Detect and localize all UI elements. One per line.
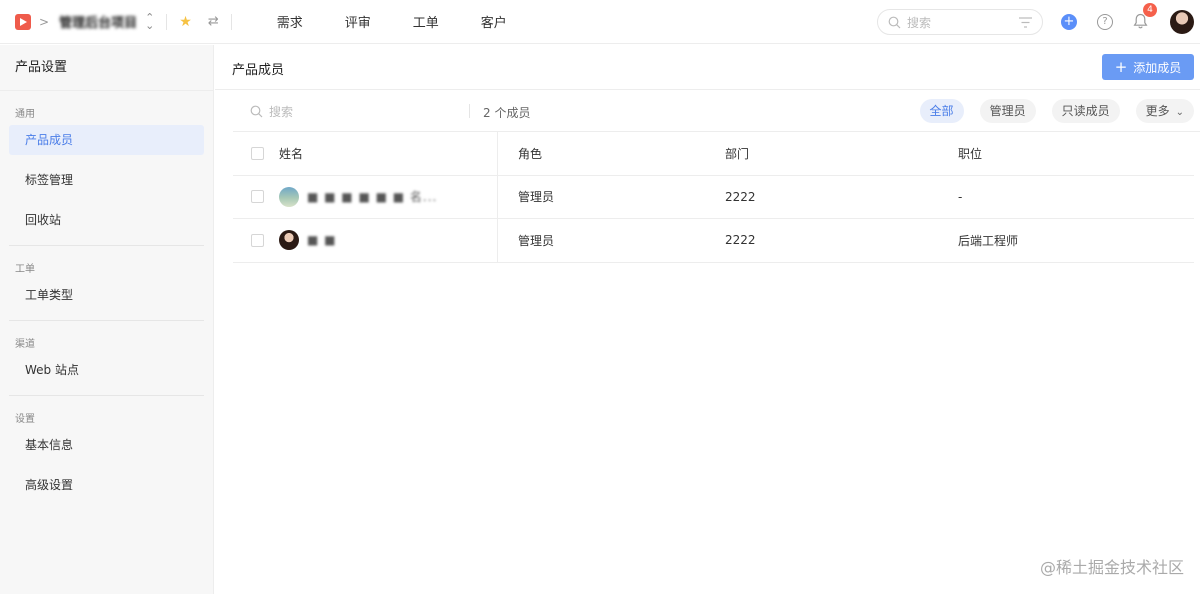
chevron-right-icon: > xyxy=(39,14,50,29)
column-header-role: 角色 xyxy=(518,146,543,161)
divider xyxy=(469,104,470,118)
settings-sidebar: 产品设置 通用 产品成员 标签管理 回收站 工单 工单类型 渠道 Web 站点 … xyxy=(0,45,214,594)
row-checkbox[interactable] xyxy=(251,190,264,204)
select-all-checkbox[interactable] xyxy=(251,146,264,160)
column-header-name: 姓名 xyxy=(279,132,498,175)
star-icon[interactable]: ★ xyxy=(179,14,192,30)
notification-badge: 4 xyxy=(1143,2,1157,17)
column-header-department: 部门 xyxy=(725,146,750,161)
search-icon xyxy=(888,16,901,28)
member-position: - xyxy=(958,189,963,204)
sidebar-item-basic-info[interactable]: 基本信息 xyxy=(9,430,204,460)
top-bar: > 管理后台项目 ⌃ ⌄ ★ ⇄ 需求 评审 工单 客户 搜索 + ? 4 xyxy=(0,0,1200,44)
main-content: 产品成员 + 添加成员 搜索 2 个成员 全部 管理员 只读成员 更多 ⌄ 姓名 … xyxy=(215,45,1200,594)
group-label-tickets: 工单 xyxy=(15,264,35,275)
divider xyxy=(166,13,168,30)
main-nav: 需求 评审 工单 客户 xyxy=(256,12,528,31)
member-department: 2222 xyxy=(725,189,756,204)
member-position: 后端工程师 xyxy=(958,233,1019,248)
swap-icon[interactable]: ⇄ xyxy=(208,14,219,29)
product-name[interactable]: 管理后台项目 xyxy=(59,12,137,31)
group-label-general: 通用 xyxy=(15,109,35,120)
group-label-settings: 设置 xyxy=(15,414,35,425)
members-table: 姓名 角色 部门 职位 ■ ■ ■ ■ ■ ■ 名... 管理员 2222 - … xyxy=(233,132,1194,263)
sidebar-item-members[interactable]: 产品成员 xyxy=(9,125,204,155)
nav-review[interactable]: 评审 xyxy=(324,12,392,31)
divider xyxy=(230,13,232,30)
search-icon xyxy=(250,105,263,118)
table-header: 姓名 角色 部门 职位 xyxy=(233,132,1194,176)
filter-more[interactable]: 更多 ⌄ xyxy=(1135,99,1194,123)
filter-more-label: 更多 xyxy=(1145,104,1170,118)
sidebar-item-recycle-bin[interactable]: 回收站 xyxy=(9,205,204,235)
search-placeholder: 搜索 xyxy=(269,105,294,119)
main-header: 产品成员 + 添加成员 xyxy=(215,45,1200,90)
sidebar-item-ticket-types[interactable]: 工单类型 xyxy=(9,280,204,310)
user-avatar[interactable] xyxy=(1170,10,1194,34)
member-name: ■ ■ ■ ■ ■ ■ 名... xyxy=(307,190,438,205)
filter-readonly[interactable]: 只读成员 xyxy=(1051,99,1120,123)
filter-admins[interactable]: 管理员 xyxy=(979,99,1036,123)
chevron-down-icon: ⌄ xyxy=(1175,107,1184,118)
member-role: 管理员 xyxy=(518,233,555,248)
divider xyxy=(9,395,204,396)
avatar xyxy=(279,230,299,251)
column-header-position: 职位 xyxy=(958,146,983,161)
table-row[interactable]: ■ ■ 管理员 2222 后端工程师 xyxy=(233,219,1194,263)
member-count: 2 个成员 xyxy=(483,106,531,120)
member-search-input[interactable]: 搜索 xyxy=(250,103,293,120)
member-department: 2222 xyxy=(725,233,756,248)
table-row[interactable]: ■ ■ ■ ■ ■ ■ 名... 管理员 2222 - xyxy=(233,175,1194,219)
filter-icon[interactable] xyxy=(1019,16,1032,28)
sidebar-title: 产品设置 xyxy=(15,60,68,75)
page-title: 产品成员 xyxy=(232,63,285,78)
search-placeholder: 搜索 xyxy=(907,15,932,30)
member-role: 管理员 xyxy=(518,190,555,205)
create-plus-icon[interactable]: + xyxy=(1061,14,1077,30)
filter-all[interactable]: 全部 xyxy=(919,99,964,123)
add-member-button[interactable]: + 添加成员 xyxy=(1102,54,1194,80)
app-logo-icon[interactable] xyxy=(15,13,31,30)
help-icon[interactable]: ? xyxy=(1097,14,1113,30)
row-checkbox[interactable] xyxy=(251,233,264,247)
sidebar-item-tags[interactable]: 标签管理 xyxy=(9,165,204,195)
plus-icon: + xyxy=(1114,58,1128,76)
sidebar-item-advanced[interactable]: 高级设置 xyxy=(9,470,204,500)
divider xyxy=(9,245,204,246)
nav-requirements[interactable]: 需求 xyxy=(256,12,324,31)
notification-bell-icon[interactable]: 4 xyxy=(1133,2,1157,32)
member-name: ■ ■ xyxy=(307,233,337,248)
nav-customers[interactable]: 客户 xyxy=(460,12,528,31)
group-label-channels: 渠道 xyxy=(15,339,35,350)
avatar xyxy=(279,186,299,207)
filter-bar: 搜索 2 个成员 全部 管理员 只读成员 更多 ⌄ xyxy=(233,90,1200,132)
global-search-input[interactable]: 搜索 xyxy=(877,9,1043,35)
nav-tickets[interactable]: 工单 xyxy=(392,12,460,31)
watermark: @稀土掘金技术社区 xyxy=(1039,558,1184,577)
switch-product-icon[interactable]: ⌃ ⌄ xyxy=(145,12,154,31)
sidebar-item-web-site[interactable]: Web 站点 xyxy=(9,355,204,385)
divider xyxy=(9,320,204,321)
add-member-label: 添加成员 xyxy=(1133,60,1182,75)
